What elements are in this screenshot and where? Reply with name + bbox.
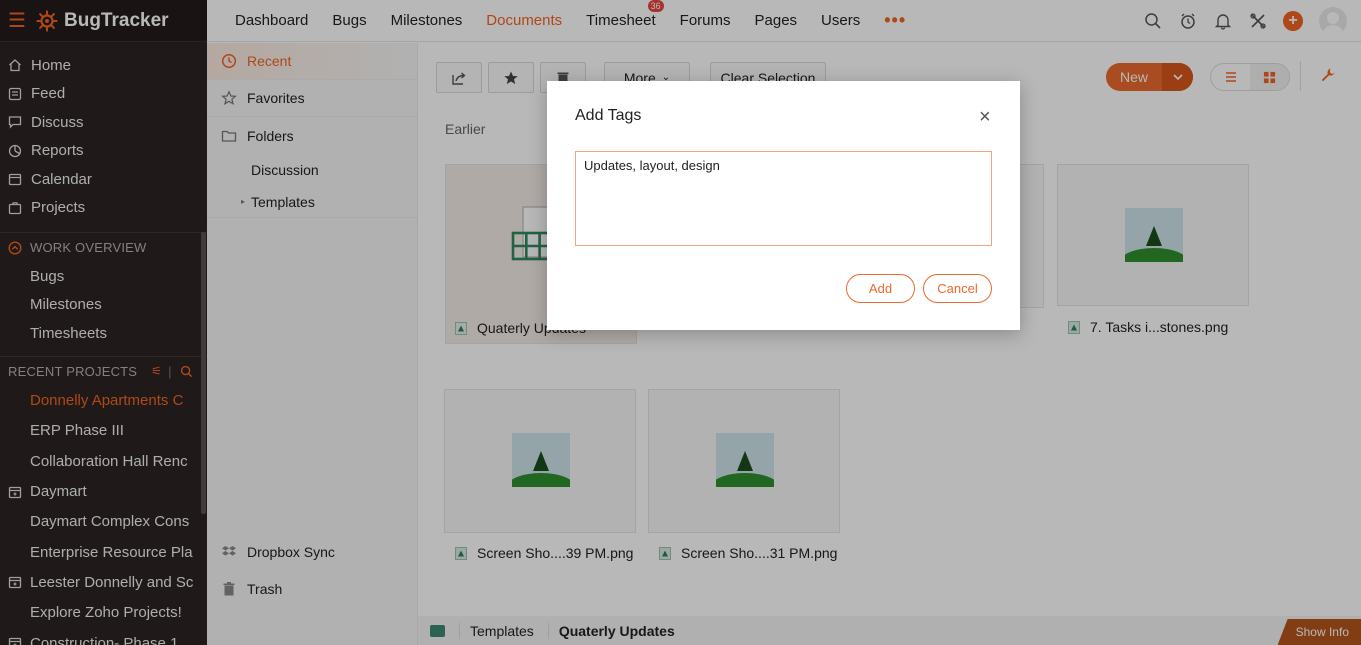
tags-input[interactable] (575, 151, 992, 246)
dialog-title: Add Tags (575, 107, 642, 124)
close-icon[interactable]: × (979, 107, 991, 127)
add-tags-dialog: Add Tags × Add Cancel (547, 81, 1020, 330)
cancel-button[interactable]: Cancel (923, 274, 992, 303)
add-button[interactable]: Add (846, 274, 915, 303)
